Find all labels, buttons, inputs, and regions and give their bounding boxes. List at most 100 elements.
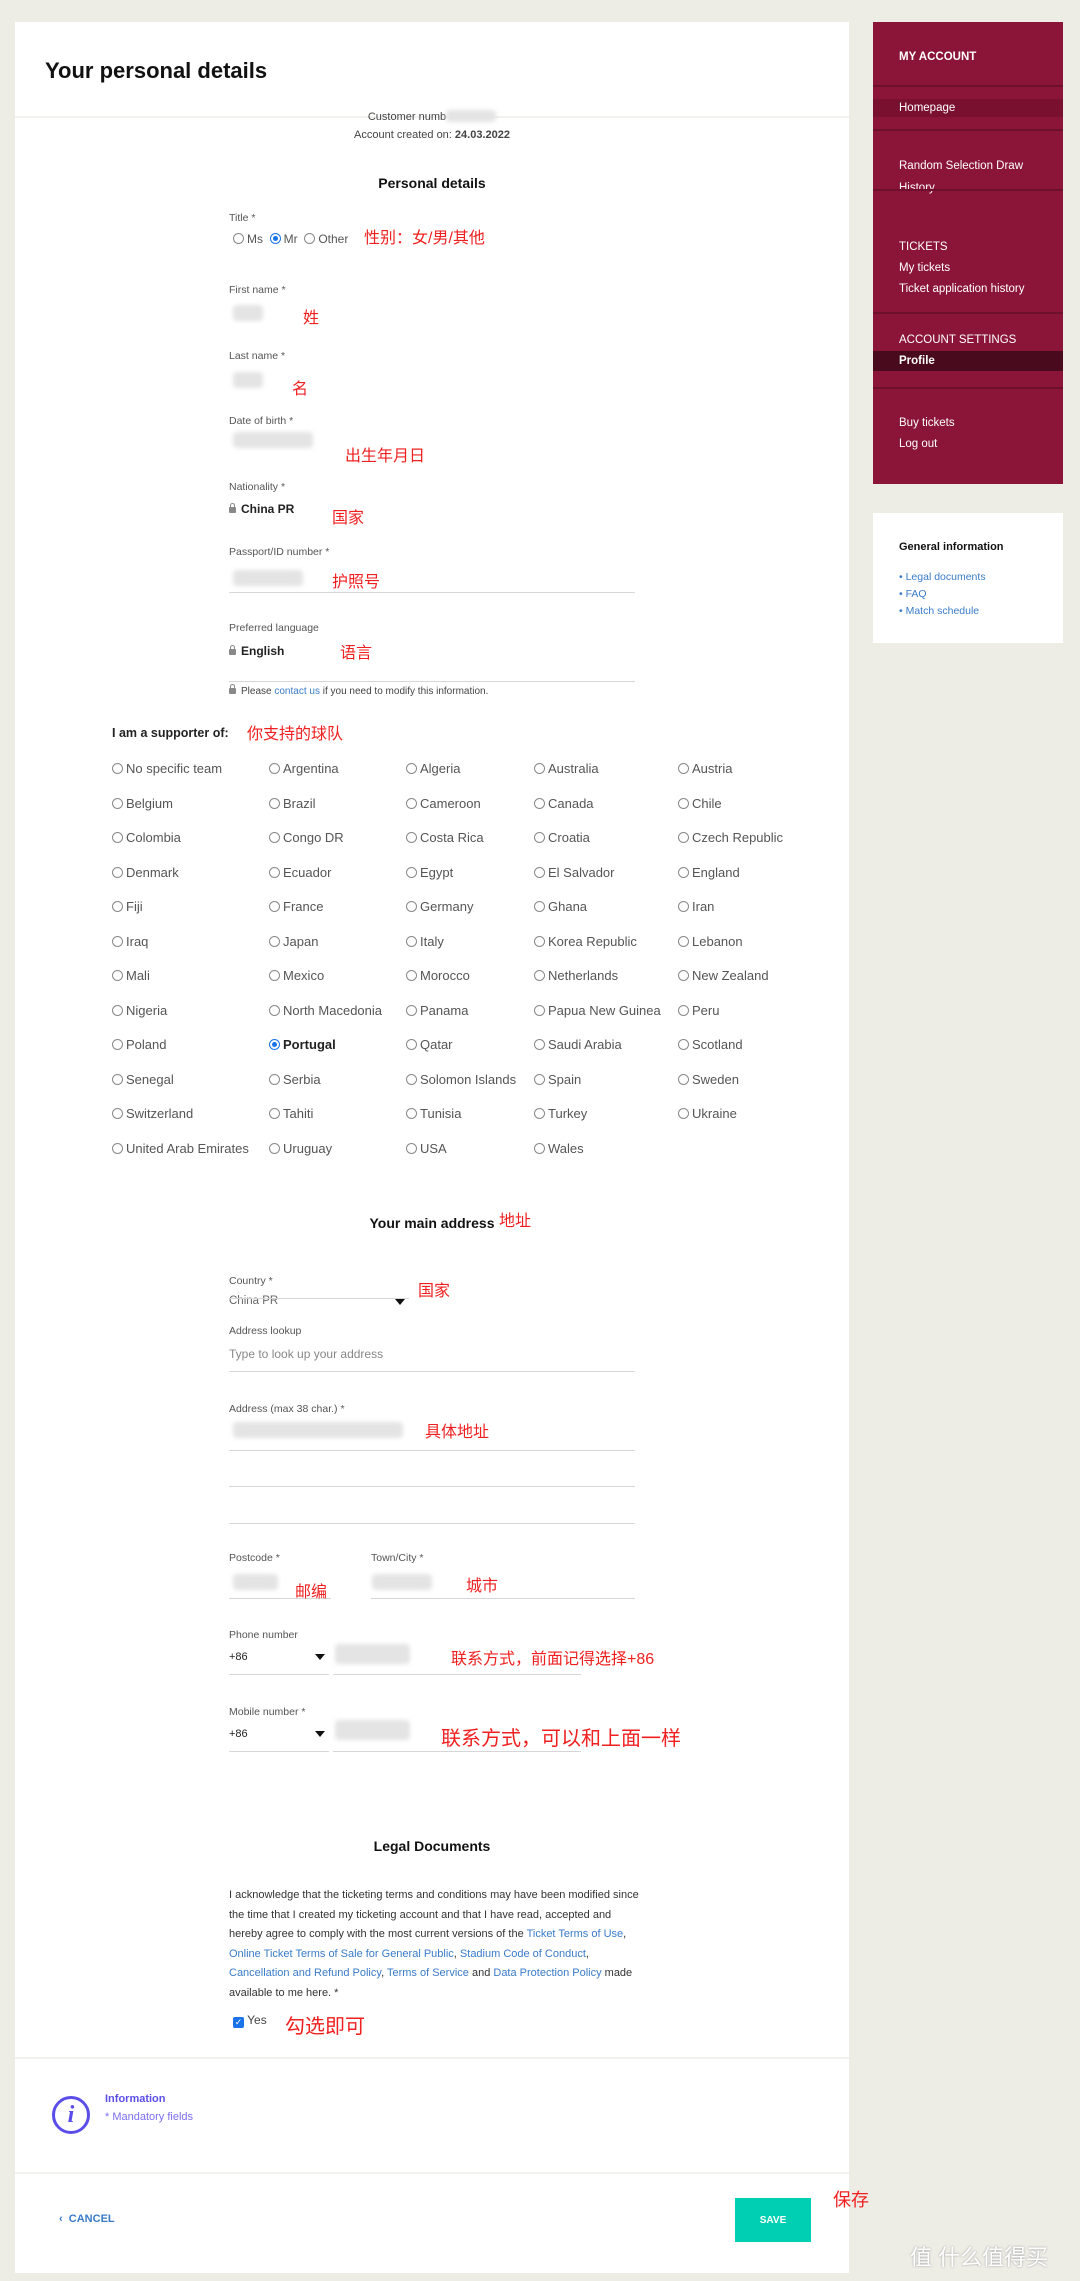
radio-icon[interactable] [534,1004,545,1016]
team-option[interactable]: Chile [678,796,722,811]
team-option[interactable]: Argentina [269,761,339,776]
chevron-down-icon[interactable] [315,1654,325,1660]
team-option[interactable]: France [269,899,323,914]
title-other[interactable]: Other [304,232,348,246]
radio-icon[interactable] [269,935,280,947]
radio-icon[interactable] [406,1039,417,1050]
radio-icon[interactable] [112,935,123,947]
radio-icon[interactable] [406,1073,417,1085]
radio-icon[interactable] [534,901,545,912]
radio-icon[interactable] [678,832,689,843]
address-line-3[interactable] [229,1523,635,1524]
radio-icon[interactable] [269,866,280,878]
team-option[interactable]: Tunisia [406,1106,461,1121]
team-option[interactable]: Denmark [112,865,179,880]
country-select[interactable]: China PR [229,1295,278,1307]
sidebar-item-homepage[interactable]: Homepage [899,102,955,114]
radio-icon[interactable] [112,1142,123,1154]
team-option[interactable]: Solomon Islands [406,1072,516,1087]
sidebar-item-ticket-history[interactable]: Ticket application history [899,283,1025,295]
radio-icon[interactable] [678,1039,689,1050]
mobile-code-select[interactable]: +86 [229,1728,248,1740]
team-option[interactable]: Ecuador [269,865,331,880]
team-option[interactable]: Wales [534,1141,584,1156]
radio-icon[interactable] [269,1039,280,1050]
team-option[interactable]: Czech Republic [678,830,783,845]
cancel-button[interactable]: ‹ CANCEL [59,2213,115,2225]
team-option[interactable]: Mexico [269,968,324,983]
radio-icon[interactable] [534,797,545,809]
online-terms-link[interactable]: Online Ticket Terms of Sale for General … [229,1948,454,1960]
team-option[interactable]: Algeria [406,761,460,776]
radio-icon[interactable] [406,763,417,774]
team-option[interactable]: Korea Republic [534,934,637,949]
team-option[interactable]: North Macedonia [269,1003,382,1018]
town-input[interactable] [372,1574,432,1590]
team-option[interactable]: Scotland [678,1037,743,1052]
radio-icon[interactable] [406,1108,417,1119]
team-option[interactable]: Netherlands [534,968,618,983]
chevron-down-icon[interactable] [395,1299,405,1305]
team-option[interactable]: Fiji [112,899,143,914]
team-option[interactable]: Saudi Arabia [534,1037,622,1052]
radio-icon[interactable] [534,763,545,774]
team-option[interactable]: United Arab Emirates [112,1141,249,1156]
ticket-terms-link[interactable]: Ticket Terms of Use [527,1928,624,1940]
team-option[interactable]: El Salvador [534,865,614,880]
radio-icon[interactable] [112,1004,123,1016]
team-option[interactable]: Panama [406,1003,468,1018]
radio-icon[interactable] [534,1108,545,1119]
sidebar-item-logout[interactable]: Log out [899,438,937,450]
team-option[interactable]: Colombia [112,830,181,845]
team-option[interactable]: Croatia [534,830,590,845]
radio-icon[interactable] [534,1073,545,1085]
phone-code-select[interactable]: +86 [229,1651,248,1663]
radio-icon[interactable] [269,1004,280,1016]
team-option[interactable]: Uruguay [269,1141,332,1156]
title-ms[interactable]: Ms [233,232,263,246]
address-line-2[interactable] [229,1486,635,1487]
team-option[interactable]: Italy [406,934,444,949]
radio-icon[interactable] [406,832,417,843]
radio-icon[interactable] [406,1142,417,1154]
radio-icon[interactable] [112,970,123,981]
address-line-1[interactable] [233,1422,403,1438]
team-option[interactable]: Egypt [406,865,453,880]
sidebar-item-buy-tickets[interactable]: Buy tickets [899,417,955,429]
radio-icon[interactable] [112,763,123,774]
team-option[interactable]: Serbia [269,1072,321,1087]
team-option[interactable]: Austria [678,761,732,776]
team-option[interactable]: Lebanon [678,934,743,949]
team-option[interactable]: New Zealand [678,968,769,983]
match-schedule-link[interactable]: • Match schedule [899,603,986,620]
radio-icon[interactable] [534,832,545,843]
team-option[interactable]: Papua New Guinea [534,1003,661,1018]
radio-icon[interactable] [112,901,123,912]
data-protection-link[interactable]: Data Protection Policy [493,1967,601,1979]
radio-icon[interactable] [534,1039,545,1050]
radio-icon[interactable] [112,797,123,809]
team-option[interactable]: Australia [534,761,599,776]
team-option[interactable]: Tahiti [269,1106,313,1121]
team-option[interactable]: Turkey [534,1106,587,1121]
team-option[interactable]: England [678,865,740,880]
radio-icon[interactable] [269,763,280,774]
mobile-input[interactable] [335,1720,410,1740]
radio-icon[interactable] [406,1004,417,1016]
team-option[interactable]: Morocco [406,968,470,983]
radio-icon[interactable] [678,901,689,912]
team-option[interactable]: Cameroon [406,796,481,811]
team-option[interactable]: Japan [269,934,318,949]
radio-icon[interactable] [678,797,689,809]
radio-icon[interactable] [112,866,123,878]
address-lookup-input[interactable]: Type to look up your address [229,1347,383,1361]
team-option[interactable]: Switzerland [112,1106,193,1121]
radio-icon[interactable] [269,797,280,809]
radio-icon[interactable] [112,1039,123,1050]
terms-of-service-link[interactable]: Terms of Service [387,1967,469,1979]
team-option[interactable]: Spain [534,1072,581,1087]
radio-icon[interactable] [406,935,417,947]
radio-icon[interactable] [112,1108,123,1119]
radio-icon[interactable] [269,901,280,912]
team-option[interactable]: Ukraine [678,1106,737,1121]
